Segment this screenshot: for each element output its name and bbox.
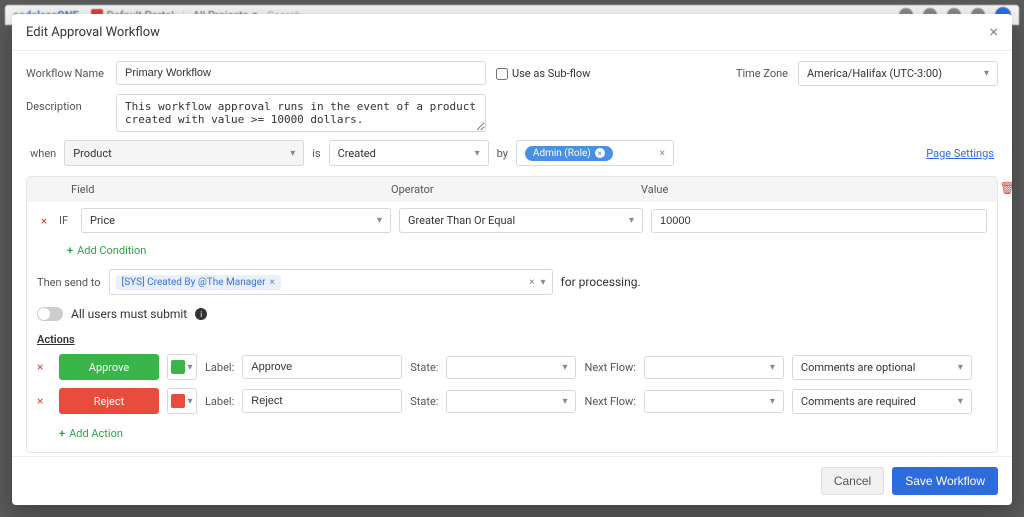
- chevron-down-icon: ▾: [629, 215, 634, 226]
- remove-action-icon[interactable]: ×: [37, 394, 51, 408]
- send-to-input[interactable]: [SYS] Created By @The Manager × × ▾: [109, 269, 553, 295]
- entity-select[interactable]: Product▾: [64, 140, 304, 166]
- page-settings-link[interactable]: Page Settings: [926, 147, 994, 160]
- close-icon[interactable]: ×: [989, 24, 998, 40]
- approve-button[interactable]: Approve: [59, 354, 159, 380]
- send-to-label: Then send to: [37, 276, 101, 289]
- condition-operator-select[interactable]: Greater Than Or Equal▾: [399, 208, 643, 233]
- action-label-input[interactable]: [242, 355, 402, 379]
- color-picker[interactable]: ▾: [167, 354, 197, 380]
- workflow-name-input[interactable]: [116, 61, 486, 85]
- workflow-name-label: Workflow Name: [26, 61, 106, 80]
- action-state-select[interactable]: ▾: [446, 356, 576, 379]
- action-state-select[interactable]: ▾: [446, 390, 576, 413]
- chevron-down-icon: ▾: [984, 68, 989, 79]
- actions-heading: Actions: [27, 325, 997, 350]
- role-pill: Admin (Role)×: [525, 146, 613, 161]
- chevron-down-icon: ▾: [187, 396, 192, 407]
- action-row-approve: × Approve ▾ Label: State: ▾ Next Flow: ▾…: [27, 350, 997, 384]
- is-label: is: [312, 147, 320, 160]
- subflow-checkbox[interactable]: [496, 68, 508, 80]
- when-label: when: [30, 147, 56, 160]
- chevron-down-icon: ▾: [187, 362, 192, 373]
- chevron-down-icon: ▾: [377, 215, 382, 226]
- clear-icon[interactable]: ×: [660, 148, 665, 159]
- save-workflow-button[interactable]: Save Workflow: [892, 467, 998, 495]
- recipient-tag: [SYS] Created By @The Manager ×: [116, 275, 281, 290]
- timezone-label: Time Zone: [736, 61, 788, 80]
- edit-workflow-modal: Edit Approval Workflow × Workflow Name U…: [12, 14, 1012, 505]
- info-icon[interactable]: i: [195, 308, 207, 320]
- reject-button[interactable]: Reject: [59, 388, 159, 414]
- conditions-header: Field Operator Value: [27, 177, 997, 202]
- color-swatch: [171, 394, 185, 408]
- description-label: Description: [26, 94, 106, 113]
- action-comments-select[interactable]: Comments are required▾: [792, 389, 972, 414]
- action-comments-select[interactable]: Comments are optional▾: [792, 355, 972, 380]
- if-label: IF: [59, 214, 73, 227]
- operation-select[interactable]: Created▾: [329, 140, 489, 166]
- action-row-reject: × Reject ▾ Label: State: ▾ Next Flow: ▾ …: [27, 384, 997, 418]
- remove-condition-icon[interactable]: ×: [37, 214, 51, 228]
- remove-recipient-icon[interactable]: ×: [270, 277, 275, 288]
- all-users-label: All users must submit: [71, 307, 187, 321]
- color-swatch: [171, 360, 185, 374]
- by-label: by: [497, 147, 508, 160]
- chevron-down-icon: ▾: [290, 148, 295, 159]
- process-block: 🗑 Field Operator Value × IF Price▾ Great…: [26, 176, 998, 453]
- description-input[interactable]: This workflow approval runs in the event…: [116, 94, 486, 132]
- remove-role-icon[interactable]: ×: [595, 148, 605, 158]
- chevron-down-icon: ▾: [475, 148, 480, 159]
- condition-value-input[interactable]: [651, 209, 987, 233]
- timezone-select[interactable]: America/Halifax (UTC-3:00) ▾: [798, 61, 998, 86]
- cancel-button[interactable]: Cancel: [821, 467, 884, 495]
- condition-field-select[interactable]: Price▾: [81, 208, 391, 233]
- action-label-input[interactable]: [242, 389, 402, 413]
- delete-process-icon[interactable]: 🗑: [1000, 181, 1012, 195]
- chevron-down-icon[interactable]: ▾: [541, 277, 546, 288]
- all-users-toggle[interactable]: [37, 307, 63, 321]
- modal-title: Edit Approval Workflow: [26, 25, 160, 40]
- by-role-select[interactable]: Admin (Role)× ×: [516, 140, 674, 166]
- add-action-button[interactable]: +Add Action: [59, 427, 123, 440]
- clear-recipients-icon[interactable]: ×: [529, 277, 534, 288]
- action-nextflow-select[interactable]: ▾: [644, 390, 784, 413]
- color-picker[interactable]: ▾: [167, 388, 197, 414]
- remove-action-icon[interactable]: ×: [37, 360, 51, 374]
- use-as-subflow-checkbox[interactable]: Use as Sub-flow: [496, 61, 590, 80]
- action-nextflow-select[interactable]: ▾: [644, 356, 784, 379]
- add-condition-button[interactable]: +Add Condition: [67, 244, 146, 257]
- for-processing-label: for processing.: [561, 275, 641, 289]
- condition-row: × IF Price▾ Greater Than Or Equal▾: [27, 202, 997, 239]
